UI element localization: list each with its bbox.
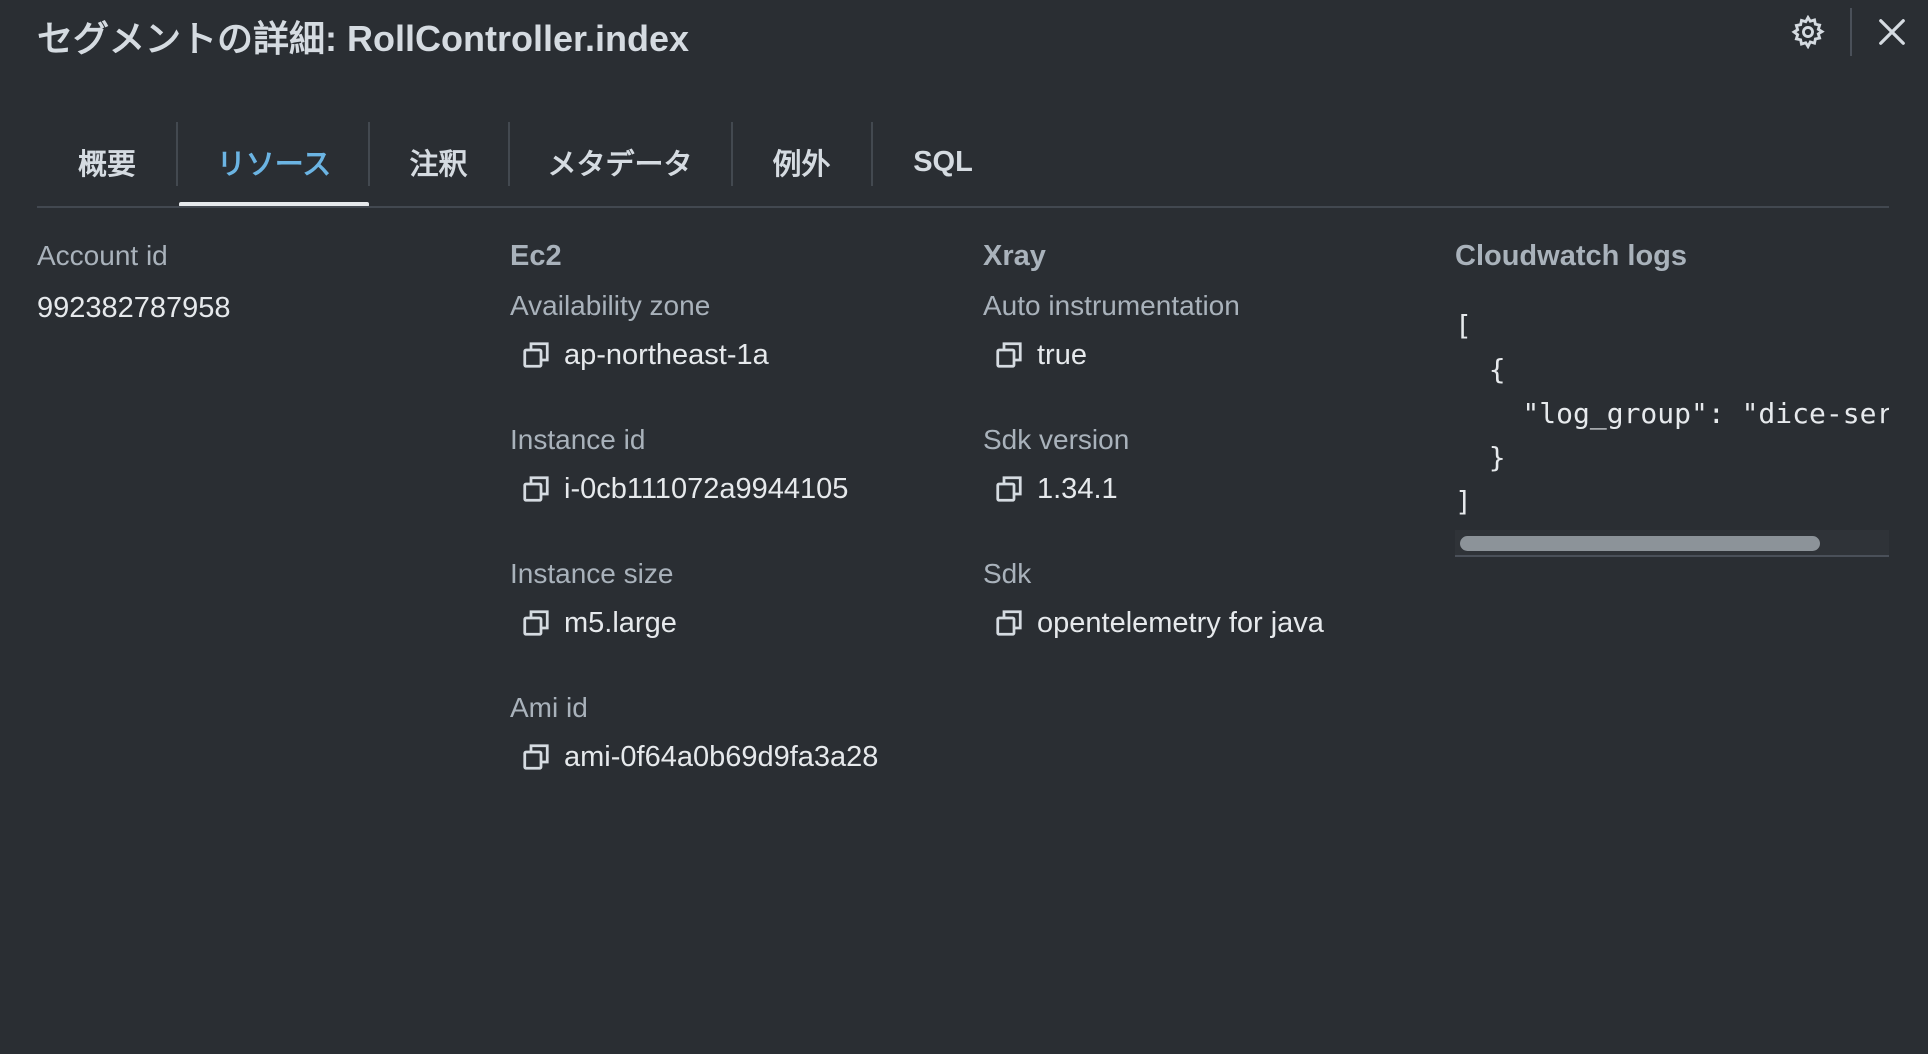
tab-bar-underline <box>37 206 1889 208</box>
copy-icon <box>996 342 1022 368</box>
ec2-field-ami-id: Ami id ami-0f64a0b69d9fa3a28 <box>510 692 878 784</box>
ec2-field-instance-size: Instance size m5.large <box>510 558 677 650</box>
field-label: Ami id <box>510 692 588 723</box>
field-label: Instance size <box>510 558 674 589</box>
copy-icon <box>523 610 549 636</box>
xray-field-sdk: Sdk opentelemetry for java <box>983 558 1324 650</box>
field-value: i-0cb111072a9944105 <box>564 472 849 505</box>
tab-metadata[interactable]: メタデータ <box>510 118 730 206</box>
copy-button[interactable] <box>516 737 556 777</box>
tab-exceptions[interactable]: 例外 <box>733 118 870 206</box>
header-divider <box>1850 8 1852 56</box>
tab-annotations[interactable]: 注釈 <box>370 118 507 206</box>
copy-button[interactable] <box>516 603 556 643</box>
account-id-value: 992382787958 <box>37 292 231 324</box>
field-value: ap-northeast-1a <box>564 338 769 371</box>
segment-details-panel: セグメントの詳細: RollController.index 概要 リソース 注… <box>0 0 1928 1054</box>
account-id-label: Account id <box>37 240 168 271</box>
field-value: true <box>1037 338 1087 371</box>
cloudwatch-json: [ { "log_group": "dice-ser } ] <box>1455 309 1889 518</box>
copy-button[interactable] <box>989 469 1029 509</box>
copy-button[interactable] <box>516 469 556 509</box>
field-value: ami-0f64a0b69d9fa3a28 <box>564 740 879 773</box>
ec2-heading: Ec2 <box>510 240 562 272</box>
ec2-field-availability-zone: Availability zone ap-northeast-1a <box>510 290 769 382</box>
copy-button[interactable] <box>516 335 556 375</box>
xray-field-auto-instrumentation: Auto instrumentation true <box>983 290 1240 382</box>
field-value: opentelemetry for java <box>1037 606 1324 639</box>
ec2-column: Ec2 Availability zone ap-northeast-1a In… <box>510 240 950 800</box>
tab-separator <box>176 122 178 186</box>
copy-icon <box>996 610 1022 636</box>
field-label: Instance id <box>510 424 646 455</box>
settings-button[interactable] <box>1784 8 1832 56</box>
gear-icon <box>1791 15 1825 49</box>
copy-icon <box>996 476 1022 502</box>
cloudwatch-heading: Cloudwatch logs <box>1455 240 1687 272</box>
copy-button[interactable] <box>989 335 1029 375</box>
tab-overview[interactable]: 概要 <box>37 118 177 206</box>
code-horizontal-scrollbar[interactable] <box>1455 530 1889 557</box>
tab-bar: 概要 リソース 注釈 メタデータ 例外 SQL <box>37 118 1889 208</box>
field-label: Availability zone <box>510 290 711 321</box>
copy-icon <box>523 744 549 770</box>
copy-button[interactable] <box>989 603 1029 643</box>
field-value: m5.large <box>564 606 677 639</box>
xray-heading: Xray <box>983 240 1046 272</box>
cloudwatch-column: Cloudwatch logs <box>1455 240 1889 280</box>
xray-field-sdk-version: Sdk version 1.34.1 <box>983 424 1129 516</box>
copy-icon <box>523 342 549 368</box>
field-label: Sdk <box>983 558 1032 589</box>
ec2-field-instance-id: Instance id i-0cb111072a9944105 <box>510 424 848 516</box>
panel-title: セグメントの詳細: RollController.index <box>37 18 690 59</box>
close-button[interactable] <box>1868 8 1916 56</box>
field-label: Auto instrumentation <box>983 290 1240 321</box>
xray-column: Xray Auto instrumentation true Sdk versi… <box>983 240 1423 660</box>
copy-icon <box>523 476 549 502</box>
cloudwatch-code-block[interactable]: [ { "log_group": "dice-ser } ] <box>1455 304 1889 558</box>
tab-sql[interactable]: SQL <box>873 118 1013 206</box>
account-column: Account id 992382787958 <box>37 240 477 325</box>
field-label: Sdk version <box>983 424 1130 455</box>
scrollbar-thumb[interactable] <box>1460 536 1820 551</box>
field-value: 1.34.1 <box>1037 472 1118 505</box>
close-icon <box>1879 19 1905 45</box>
tab-resources[interactable]: リソース <box>179 118 369 207</box>
